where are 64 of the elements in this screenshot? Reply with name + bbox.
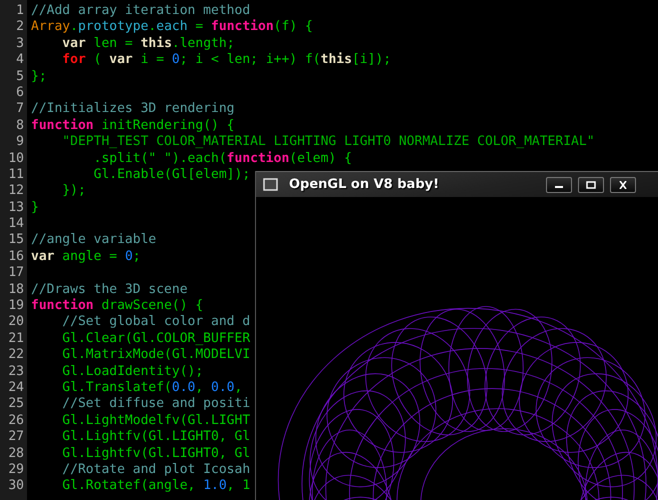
code-line: .split(" ").each(function(elem) { bbox=[92, 150, 352, 167]
minimize-button[interactable] bbox=[546, 176, 572, 192]
code-line: Gl.LoadIdentity(); bbox=[61, 364, 204, 380]
code-line: var angle = 0; bbox=[31, 248, 141, 266]
line-number: 1 bbox=[15, 3, 25, 20]
code-line: Gl.Lightfv(Gl.LIGHT0, Gl bbox=[61, 446, 250, 462]
maximize-icon bbox=[586, 180, 596, 188]
code-line: Gl.Rotatef(angle, 1.0, 1 bbox=[61, 478, 250, 495]
code-line: "DEPTH_TEST COLOR_MATERIAL LIGHTING LIGHT0 NORMALIZE COLOR_MATERIAL" bbox=[61, 134, 595, 151]
line-number: 13 bbox=[7, 200, 25, 216]
line-number: 22 bbox=[7, 347, 25, 364]
line-number: 17 bbox=[7, 265, 25, 282]
line-number: 12 bbox=[7, 183, 25, 200]
code-line: //Add array iteration method bbox=[31, 3, 250, 19]
code-line: for ( var i = 0; i < len; i++) f(this[i]); bbox=[61, 52, 392, 69]
line-number: 7 bbox=[15, 101, 25, 118]
line-number: 20 bbox=[7, 314, 25, 331]
code-line: }; bbox=[31, 68, 47, 85]
line-number: 16 bbox=[7, 248, 25, 266]
line-number: 25 bbox=[7, 396, 25, 413]
line-number: 5 bbox=[15, 68, 25, 85]
line-number: 24 bbox=[7, 380, 25, 396]
line-number: 27 bbox=[7, 429, 25, 446]
code-line: Gl.Enable(Gl[elem]); bbox=[92, 166, 250, 184]
code-line: Array.prototype.each = function(f) { bbox=[31, 19, 313, 36]
line-number: 3 bbox=[15, 36, 25, 52]
line-number: 9 bbox=[15, 134, 25, 151]
line-number: 23 bbox=[7, 364, 25, 380]
code-line: }); bbox=[61, 183, 86, 200]
line-number: 29 bbox=[7, 462, 25, 478]
code-line: } bbox=[31, 200, 39, 216]
code-line: //Draws the 3D scene bbox=[31, 282, 188, 298]
code-line: //Rotate and plot Icosah bbox=[61, 462, 250, 478]
code-line: var len = this.length; bbox=[61, 36, 235, 52]
line-number: 26 bbox=[7, 412, 25, 430]
code-line: Gl.LightModelfv(Gl.LIGHT bbox=[61, 412, 250, 430]
line-number: 8 bbox=[15, 118, 25, 134]
code-line: Gl.Lightfv(Gl.LIGHT0, Gl bbox=[61, 429, 250, 446]
line-number: 14 bbox=[7, 216, 25, 232]
code-line: function drawScene() { bbox=[31, 298, 204, 314]
code-line: //Initializes 3D rendering bbox=[31, 101, 234, 118]
line-number: 19 bbox=[7, 298, 25, 314]
code-line: //Set diffuse and positi bbox=[61, 396, 250, 413]
code-line: Gl.Translatef(0.0, 0.0, bbox=[61, 380, 242, 396]
window-icon bbox=[263, 178, 279, 192]
line-number: 10 bbox=[7, 150, 25, 167]
line-number: 18 bbox=[7, 282, 25, 298]
line-number: 4 bbox=[15, 52, 25, 69]
code-line: function initRendering() { bbox=[31, 118, 235, 134]
line-number: 28 bbox=[7, 446, 25, 462]
line-number: 11 bbox=[7, 166, 25, 184]
close-icon bbox=[618, 180, 628, 188]
line-number: 21 bbox=[7, 330, 25, 348]
line-number: 6 bbox=[15, 84, 25, 102]
code-line: Gl.Clear(Gl.COLOR_BUFFER bbox=[61, 330, 250, 348]
code-line: Gl.MatrixMode(Gl.MODELVI bbox=[61, 347, 250, 364]
maximize-button[interactable] bbox=[578, 176, 604, 192]
line-number: 15 bbox=[7, 232, 25, 249]
close-button[interactable] bbox=[610, 176, 636, 192]
line-number: 30 bbox=[7, 478, 25, 495]
line-number: 2 bbox=[15, 19, 25, 36]
code-line: //angle variable bbox=[31, 232, 156, 249]
window-title: OpenGL on V8 baby! bbox=[289, 177, 440, 192]
code-line: //Set global color and d bbox=[61, 314, 250, 331]
